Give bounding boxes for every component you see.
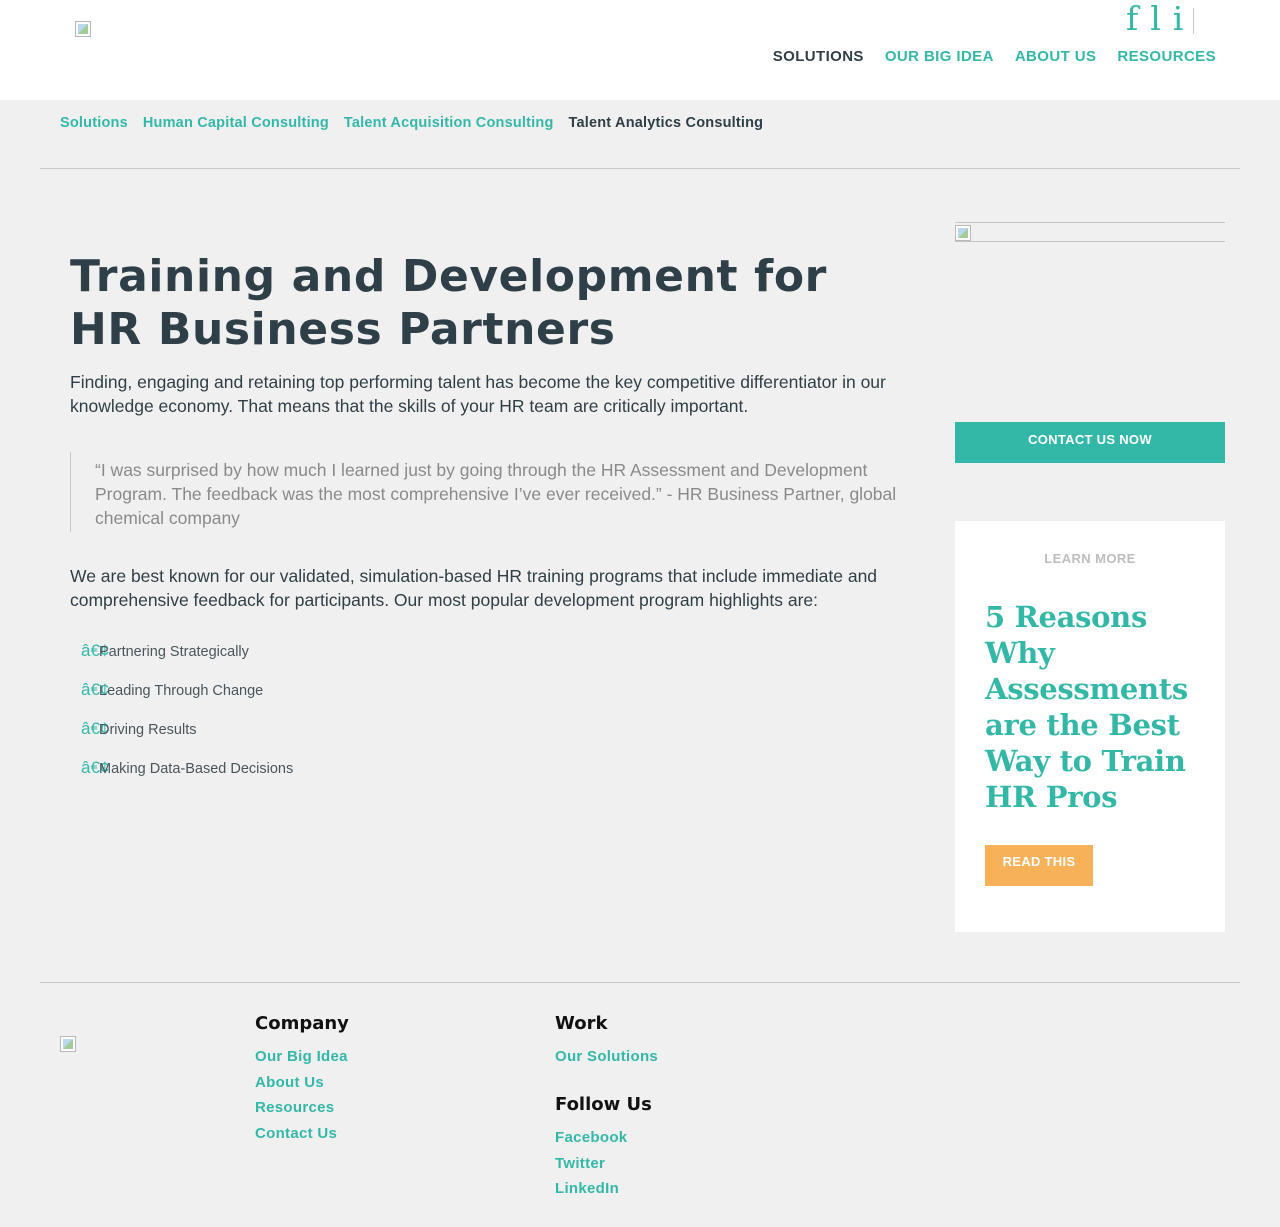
list-item: â€¢ Leading Through Change xyxy=(81,680,910,720)
footer-link-facebook[interactable]: Facebook xyxy=(555,1129,627,1146)
page-title: Training and Development for HR Business… xyxy=(70,251,827,355)
list-item: â€¢ Driving Results xyxy=(81,719,910,759)
divider xyxy=(40,168,1240,169)
social-divider xyxy=(1193,8,1195,34)
program-highlights-list: â€¢ Partnering Strategically â€¢ Leading… xyxy=(70,641,910,798)
promo-kicker: LEARN MORE xyxy=(1044,551,1136,566)
subnav-solutions[interactable]: Solutions xyxy=(60,114,128,132)
nav-our-big-idea[interactable]: OUR BIG IDEA xyxy=(885,48,994,66)
sidebar-image xyxy=(955,222,1225,242)
subnav-talent-analytics-consulting[interactable]: Talent Analytics Consulting xyxy=(569,114,764,132)
nav-solutions[interactable]: SOLUTIONS xyxy=(773,48,864,66)
footer-heading: Follow Us xyxy=(555,1094,652,1115)
breadcrumb: Solutions Human Capital Consulting Talen… xyxy=(60,114,763,132)
footer-follow-column: Follow Us Facebook Twitter LinkedIn xyxy=(555,1094,652,1206)
promo-title: 5 Reasons Why Assessments are the Best W… xyxy=(985,600,1188,814)
image-placeholder-icon xyxy=(955,225,971,241)
list-item-label: Making Data-Based Decisions xyxy=(99,761,294,777)
instagram-icon[interactable]: i xyxy=(1173,2,1196,36)
list-item-label: Driving Results xyxy=(99,722,197,738)
nav-resources[interactable]: RESOURCES xyxy=(1117,48,1216,66)
list-item: â€¢ Partnering Strategically xyxy=(81,641,910,681)
subnav-human-capital-consulting[interactable]: Human Capital Consulting xyxy=(143,114,329,132)
list-item: â€¢ Making Data-Based Decisions xyxy=(81,758,910,798)
footer-heading: Work xyxy=(555,1013,608,1034)
linkedin-icon[interactable]: l xyxy=(1150,2,1173,36)
contact-us-button[interactable]: CONTACT US NOW xyxy=(955,422,1225,463)
footer-link-linkedin[interactable]: LinkedIn xyxy=(555,1180,619,1197)
footer-company-column: Company Our Big Idea About Us Resources … xyxy=(255,1013,349,1150)
site-logo[interactable] xyxy=(75,21,91,37)
logo-image-icon xyxy=(60,1036,76,1052)
logo-image-icon xyxy=(75,21,91,37)
footer-heading: Company xyxy=(255,1013,349,1034)
footer-link-our-big-idea[interactable]: Our Big Idea xyxy=(255,1048,348,1065)
list-item-label: Leading Through Change xyxy=(99,683,264,699)
footer-link-twitter[interactable]: Twitter xyxy=(555,1155,605,1172)
footer-divider xyxy=(40,982,1240,983)
nav-about-us[interactable]: ABOUT US xyxy=(1015,48,1097,66)
footer-link-contact-us[interactable]: Contact Us xyxy=(255,1125,337,1142)
intro-paragraph: Finding, engaging and retaining top perf… xyxy=(70,372,886,416)
header-social-links: f l i xyxy=(1126,2,1196,36)
promo-card: LEARN MORE 5 Reasons Why Assessments are… xyxy=(955,521,1225,932)
main-content: Training and Development for HR Business… xyxy=(70,250,910,798)
footer-link-about-us[interactable]: About Us xyxy=(255,1074,324,1091)
footer-work-column: Work Our Solutions xyxy=(555,1013,658,1074)
footer-link-resources[interactable]: Resources xyxy=(255,1099,334,1116)
read-this-button[interactable]: READ THIS xyxy=(985,845,1093,886)
footer-logo[interactable] xyxy=(60,1036,76,1057)
facebook-icon[interactable]: f xyxy=(1126,2,1150,36)
main-nav: SOLUTIONS OUR BIG IDEA ABOUT US RESOURCE… xyxy=(773,48,1216,66)
list-item-label: Partnering Strategically xyxy=(99,644,249,660)
testimonial-quote: “I was surprised by how much I learned j… xyxy=(70,452,910,532)
subnav-talent-acquisition-consulting[interactable]: Talent Acquisition Consulting xyxy=(344,114,554,132)
footer-link-our-solutions[interactable]: Our Solutions xyxy=(555,1048,658,1065)
programs-paragraph: We are best known for our validated, sim… xyxy=(70,566,878,610)
site-header: f l i SOLUTIONS OUR BIG IDEA ABOUT US RE… xyxy=(0,0,1280,100)
